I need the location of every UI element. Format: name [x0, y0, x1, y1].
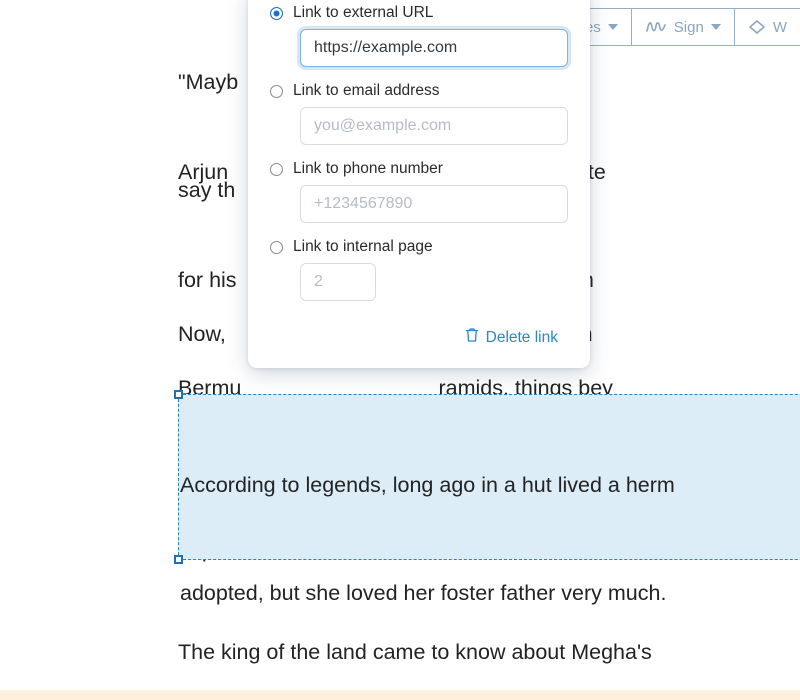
toolbar-button-sign[interactable]: Sign — [630, 9, 734, 45]
radio-label-phone-number: Link to phone number — [293, 160, 443, 177]
external-url-input[interactable] — [300, 29, 568, 67]
radio-button-email-address[interactable] — [270, 84, 283, 98]
radio-option-email-address[interactable]: Link to email address — [270, 82, 568, 100]
eraser-icon — [748, 19, 766, 35]
toolbar-button-whiteout[interactable]: W — [733, 9, 800, 45]
radio-button-phone-number[interactable] — [270, 162, 283, 176]
email-address-input[interactable] — [300, 107, 568, 145]
selection-handle-top-left[interactable] — [174, 390, 183, 399]
dialog-footer: Delete link — [270, 327, 568, 348]
toolbar-label-whiteout: W — [772, 18, 787, 36]
bottom-band — [0, 690, 800, 700]
delete-link-button[interactable]: Delete link — [465, 327, 558, 348]
internal-page-input[interactable] — [300, 263, 376, 301]
signature-icon — [645, 19, 667, 35]
radio-button-external-url[interactable] — [270, 6, 283, 20]
radio-option-internal-page[interactable]: Link to internal page — [270, 238, 568, 256]
toolbar-label-sign: Sign — [673, 18, 704, 36]
paragraph-line: The king of the land came to know about … — [178, 640, 658, 664]
document-paragraph: The king of the land came to know about … — [178, 562, 800, 700]
selected-line: According to legends, long ago in a hut … — [180, 473, 675, 497]
radio-label-external-url: Link to external URL — [293, 4, 434, 21]
phone-number-input[interactable] — [300, 185, 568, 223]
selected-text-block[interactable]: According to legends, long ago in a hut … — [174, 390, 800, 700]
radio-button-internal-page[interactable] — [270, 240, 283, 254]
trash-icon — [465, 327, 479, 348]
delete-link-label: Delete link — [485, 328, 558, 346]
link-dialog: Link to external URL Link to email addre… — [248, 0, 590, 368]
chevron-down-icon — [710, 24, 721, 30]
chevron-down-icon — [607, 24, 618, 30]
radio-label-internal-page: Link to internal page — [293, 238, 433, 255]
radio-label-email-address: Link to email address — [293, 82, 440, 99]
radio-option-phone-number[interactable]: Link to phone number — [270, 160, 568, 178]
radio-option-external-url[interactable]: Link to external URL — [270, 4, 568, 22]
